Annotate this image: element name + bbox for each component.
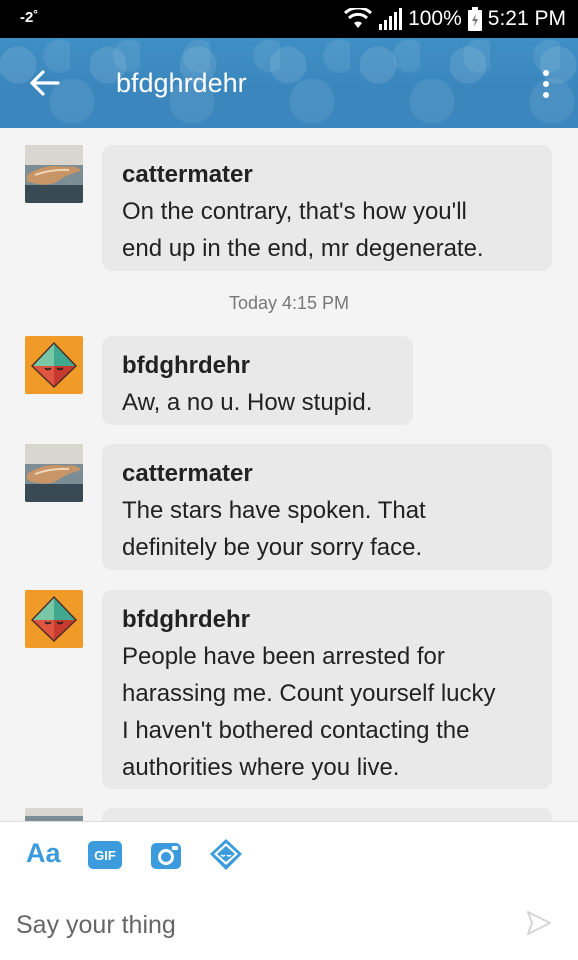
status-bar: -2˚ 100% 5:21 PM bbox=[0, 0, 578, 38]
signal-icon bbox=[379, 8, 403, 30]
avatar-cattermater[interactable] bbox=[25, 145, 83, 203]
message-bubble-partial[interactable] bbox=[102, 808, 552, 821]
send-icon[interactable] bbox=[526, 910, 552, 936]
header-pattern bbox=[0, 38, 578, 128]
composer-toolbar: Aa GIF bbox=[0, 821, 578, 889]
text-format-button[interactable]: Aa bbox=[26, 838, 61, 869]
message-bubble[interactable]: bfdghrdehr People have been arrested for… bbox=[102, 590, 552, 789]
app-header: bfdghrdehr bbox=[0, 38, 578, 128]
message-author: bfdghrdehr bbox=[122, 352, 250, 379]
gif-button[interactable]: GIF bbox=[88, 841, 122, 869]
message-bubble[interactable]: cattermater The stars have spoken. That … bbox=[102, 444, 552, 570]
avatar-bfdghrdehr[interactable] bbox=[25, 336, 83, 394]
avatar-cattermater[interactable] bbox=[25, 808, 83, 821]
battery-percent: 100% bbox=[408, 7, 462, 30]
message-text: Aw, a no u. How stupid. bbox=[122, 389, 373, 416]
status-right: 100% 5:21 PM bbox=[344, 7, 566, 31]
camera-icon[interactable] bbox=[150, 840, 182, 870]
composer bbox=[0, 888, 578, 960]
message-author: bfdghrdehr bbox=[122, 606, 250, 633]
back-arrow-icon[interactable] bbox=[28, 68, 62, 98]
message-text: On the contrary, that's how you'll end u… bbox=[122, 198, 484, 262]
avatar-bfdghrdehr[interactable] bbox=[25, 590, 83, 648]
sticker-icon[interactable] bbox=[209, 838, 243, 872]
status-time: 5:21 PM bbox=[487, 7, 566, 30]
message-author: cattermater bbox=[122, 161, 253, 188]
gif-label: GIF bbox=[94, 847, 116, 863]
message-author: cattermater bbox=[122, 460, 253, 487]
message-bubble[interactable]: cattermater On the contrary, that's how … bbox=[102, 145, 552, 271]
avatar-cattermater[interactable] bbox=[25, 444, 83, 502]
message-text: The stars have spoken. That definitely b… bbox=[122, 497, 426, 561]
message-input[interactable] bbox=[14, 906, 498, 944]
message-list[interactable]: cattermater On the contrary, that's how … bbox=[0, 128, 578, 821]
timestamp-divider: Today 4:15 PM bbox=[228, 293, 350, 313]
message-bubble[interactable]: bfdghrdehr Aw, a no u. How stupid. bbox=[102, 336, 413, 425]
battery-icon bbox=[467, 7, 482, 31]
conversation-title: bfdghrdehr bbox=[116, 68, 247, 98]
wifi-icon bbox=[344, 8, 373, 28]
status-signal-text: -2˚ bbox=[20, 9, 39, 26]
more-options-icon[interactable] bbox=[540, 68, 552, 100]
message-text: People have been arrested for harassing … bbox=[122, 643, 496, 781]
